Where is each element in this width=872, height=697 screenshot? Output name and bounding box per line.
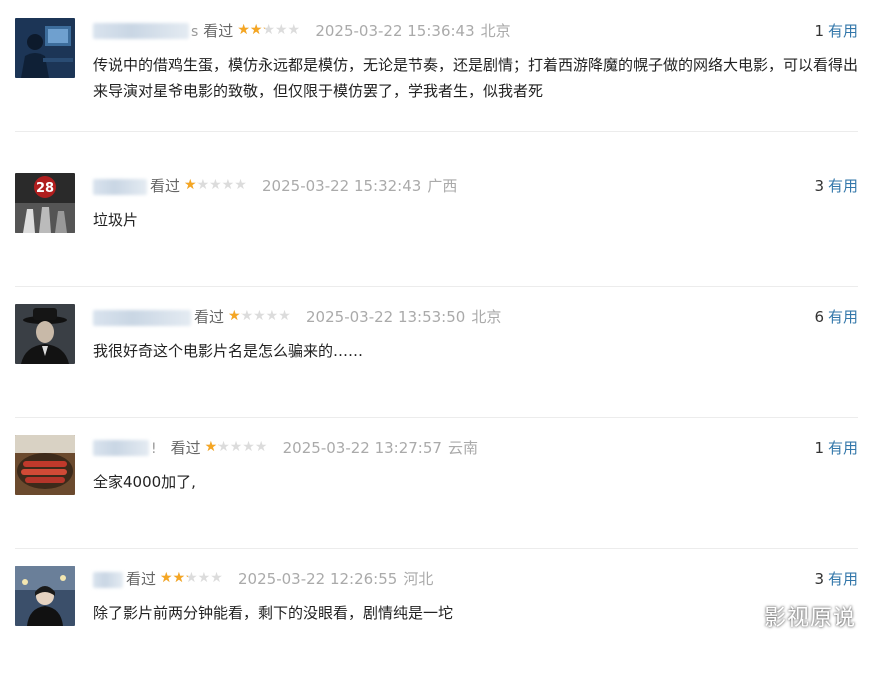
watched-label: 看过: [203, 22, 234, 40]
username[interactable]: [93, 175, 147, 197]
food-avatar: [15, 435, 75, 495]
watermark: 影视原说: [763, 606, 856, 631]
rating-stars: ★★★★★★★★★★: [160, 570, 223, 586]
votes: 1 有用: [814, 20, 858, 42]
rating-stars: ★★★★★★★★★★: [184, 177, 247, 193]
watched-label: 看过: [194, 308, 225, 326]
comment-text: 垃圾片: [93, 211, 139, 229]
avatar[interactable]: [15, 304, 75, 364]
username[interactable]: [93, 568, 123, 590]
avatar[interactable]: [15, 435, 75, 495]
comment-header: 看过 ★★★★★★★★★★ 2025-03-22 13:53:50 北京: [93, 306, 501, 328]
useful-button[interactable]: 有用: [828, 570, 858, 588]
vote-count: 3: [814, 177, 824, 195]
comment-item: 看过 ★★★★★★★★★★ 2025-03-22 13:53:50 北京 6有用…: [15, 304, 858, 435]
comment-header: 看过 ★★★★★★★★★★ 2025-03-22 15:32:43 广西: [93, 175, 457, 197]
person-at-computer-avatar: [15, 18, 75, 78]
comment-time: 2025-03-22 15:32:43: [262, 177, 422, 195]
comment-header: ! 看过 ★★★★★★★★★★ 2025-03-22 13:27:57 云南: [93, 437, 478, 459]
vote-count: 6: [814, 308, 824, 326]
vote-count: 3: [814, 570, 824, 588]
watched-label: 看过: [126, 570, 157, 588]
comment-text: 除了影片前两分钟能看，剩下的没眼看，剧情纯是一坨: [93, 604, 454, 622]
rating-fill: ★★★★★: [204, 439, 219, 455]
divider: [15, 417, 858, 418]
comment-item: 28 看过 ★★★★★★★★★★ 2025-03-22 15:32:43 广西 …: [15, 173, 858, 304]
comment-time: 2025-03-22 12:26:55: [238, 570, 398, 588]
divider: [15, 131, 858, 132]
divider: [15, 286, 858, 287]
comment-header: 看过 ★★★★★★★★★★ 2025-03-22 12:26:55 河北: [93, 568, 433, 590]
watched-label: 看过: [170, 439, 201, 457]
votes: 3 有用: [814, 175, 858, 197]
divider: [15, 548, 858, 549]
username[interactable]: [93, 306, 191, 328]
man-in-hat-avatar: [15, 304, 75, 364]
comment-location: 北京: [471, 308, 502, 326]
comment-time: 2025-03-22 15:36:43: [315, 22, 475, 40]
rating-stars: ★★★★★★★★★★: [228, 308, 291, 324]
votes: 1 有用: [814, 437, 858, 459]
vote-count: 1: [814, 22, 824, 40]
rating-fill: ★★★★★: [160, 570, 188, 586]
rating-stars: ★★★★★★★★★★: [237, 22, 301, 38]
night-portrait-avatar: [15, 566, 75, 626]
rating-fill: ★★★★★: [237, 22, 265, 38]
comment-text: 传说中的借鸡生蛋，模仿永远都是模仿，无论是节奏，还是剧情；打着西游降魔的幌子做的…: [93, 56, 859, 100]
comment-item: ! 看过 ★★★★★★★★★★ 2025-03-22 13:27:57 云南 1…: [15, 435, 858, 566]
username[interactable]: s: [93, 20, 200, 43]
useful-button[interactable]: 有用: [828, 308, 858, 326]
comment-location: 北京: [480, 22, 511, 40]
comment-location: 广西: [427, 177, 458, 195]
svg-text:28: 28: [36, 181, 54, 196]
comment-time: 2025-03-22 13:53:50: [306, 308, 466, 326]
avatar[interactable]: [15, 18, 75, 78]
rating-fill: ★★★★★: [228, 308, 242, 324]
avatar[interactable]: [15, 566, 75, 626]
vote-count: 1: [814, 439, 824, 457]
poster-28-avatar: 28: [15, 173, 75, 233]
rating-fill: ★★★★★: [184, 177, 198, 193]
comment-text: 全家4000加了,: [93, 473, 196, 491]
watched-label: 看过: [150, 177, 181, 195]
comment-item: s 看过 ★★★★★★★★★★ 2025-03-22 15:36:43 北京 1…: [15, 18, 858, 149]
comment-time: 2025-03-22 13:27:57: [282, 439, 442, 457]
comment-text: 我很好奇这个电影片名是怎么骗来的……: [93, 342, 364, 360]
votes: 3 有用: [814, 568, 858, 590]
useful-button[interactable]: 有用: [828, 439, 858, 457]
comment-location: 云南: [447, 439, 478, 457]
useful-button[interactable]: 有用: [828, 22, 858, 40]
username[interactable]: !: [93, 437, 159, 460]
comment-item: 看过 ★★★★★★★★★★ 2025-03-22 12:26:55 河北 3有用…: [15, 566, 858, 697]
comment-location: 河北: [403, 570, 434, 588]
comment-header: s 看过 ★★★★★★★★★★ 2025-03-22 15:36:43 北京: [93, 20, 511, 42]
useful-button[interactable]: 有用: [828, 177, 858, 195]
votes: 6 有用: [814, 306, 858, 328]
rating-stars: ★★★★★★★★★★: [204, 439, 268, 455]
avatar[interactable]: 28: [15, 173, 75, 233]
